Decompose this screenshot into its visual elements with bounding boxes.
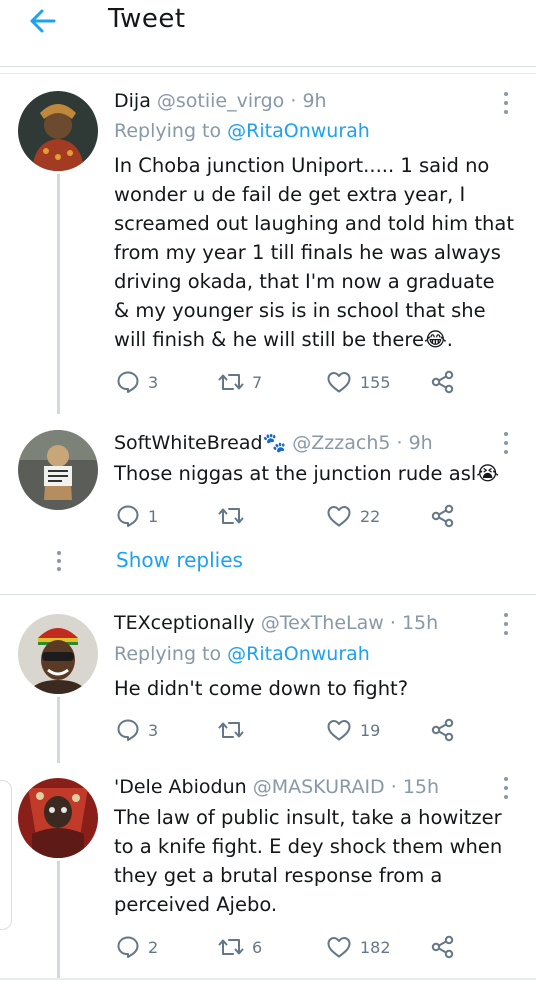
retweet-button[interactable] [218, 502, 252, 530]
thread-divider [0, 594, 536, 595]
show-replies-link[interactable]: Show replies [116, 548, 243, 572]
like-icon [327, 506, 351, 527]
retweet-icon [218, 939, 244, 955]
avatar[interactable] [18, 91, 98, 171]
timestamp: 9h [302, 90, 327, 112]
share-icon [431, 504, 454, 528]
reply-button[interactable]: 2 [116, 933, 158, 961]
reply-icon [117, 719, 139, 741]
tweet-text: He didn't come down to fight? [114, 677, 409, 700]
tweet-actions: 1 22 [114, 502, 524, 530]
tweet-actions: 3 7 155 [114, 368, 524, 396]
share-button[interactable] [430, 368, 456, 396]
reply-button[interactable]: 3 [116, 716, 158, 744]
replying-to-handle[interactable]: @RitaOnwurah [227, 643, 370, 665]
timestamp: 9h [408, 432, 433, 454]
reply-icon [117, 371, 139, 393]
tweet-header: Dija @sotiie_virgo · 9h [114, 90, 327, 112]
share-button[interactable] [430, 716, 456, 744]
like-count: 182 [360, 937, 391, 957]
thread-line [57, 697, 60, 763]
more-icon[interactable] [498, 432, 514, 454]
like-button[interactable]: 155 [326, 368, 391, 396]
like-button[interactable]: 19 [326, 716, 380, 744]
tweet-header: 'Dele Abiodun @MASKURAID · 15h [114, 776, 440, 798]
avatar[interactable] [18, 778, 98, 858]
author-name[interactable]: Dija [114, 90, 151, 112]
tweet-header: TEXceptionally @TexTheLaw · 15h [114, 612, 439, 634]
header-divider-secondary [0, 73, 536, 74]
author-handle[interactable]: @Zzzach5 [292, 432, 390, 454]
share-icon [431, 935, 454, 959]
reply-count: 2 [148, 937, 159, 957]
author-handle[interactable]: @TexTheLaw [261, 612, 384, 634]
tweet-text: The law of public insult, take a howitze… [114, 806, 503, 916]
retweet-count: 7 [252, 372, 263, 392]
like-button[interactable]: 22 [326, 502, 380, 530]
avatar[interactable] [18, 430, 98, 510]
replying-to-label: Replying to [114, 643, 222, 665]
author-handle[interactable]: @MASKURAID [253, 776, 385, 798]
more-icon[interactable] [498, 92, 514, 114]
timestamp: 15h [402, 776, 440, 798]
like-count: 155 [360, 372, 391, 392]
retweet-button[interactable] [218, 716, 252, 744]
retweet-icon [218, 374, 244, 390]
like-icon [327, 372, 351, 393]
more-icon[interactable] [498, 613, 514, 635]
reply-count: 3 [148, 372, 159, 392]
thread-line [57, 861, 60, 978]
thread-line [57, 174, 60, 414]
reply-button[interactable]: 3 [116, 368, 158, 396]
more-replies-indicator [56, 551, 62, 571]
like-icon [327, 937, 351, 958]
reply-count: 3 [148, 720, 159, 740]
share-icon [431, 370, 454, 394]
arrow-left-icon [30, 9, 56, 33]
retweet-button[interactable]: 7 [218, 368, 262, 396]
share-button[interactable] [430, 933, 456, 961]
share-button[interactable] [430, 502, 456, 530]
back-button[interactable] [24, 6, 60, 36]
tweet-actions: 3 19 [114, 716, 524, 744]
retweet-icon [218, 722, 244, 738]
replying-to-handle[interactable]: @RitaOnwurah [227, 120, 370, 142]
reply-icon [117, 505, 139, 527]
author-name[interactable]: SoftWhiteBread🐾 [114, 432, 286, 454]
tweet-text: Those niggas at the junction rude asl😭 [114, 462, 500, 485]
reply-button[interactable]: 1 [116, 502, 158, 530]
reply-icon [117, 936, 139, 958]
top-bar: Tweet [0, 0, 536, 52]
replying-to: Replying to @RitaOnwurah [114, 643, 370, 665]
tweet-actions: 2 6 182 [114, 933, 524, 961]
tweet-text: In Choba junction Uniport..... 1 said no… [114, 154, 514, 351]
replying-to-label: Replying to [114, 120, 222, 142]
retweet-button[interactable]: 6 [218, 933, 262, 961]
page-title: Tweet [108, 4, 186, 34]
timestamp: 15h [401, 612, 439, 634]
like-count: 19 [360, 720, 381, 740]
share-icon [431, 718, 454, 742]
more-icon[interactable] [498, 777, 514, 799]
like-count: 22 [360, 506, 381, 526]
author-handle[interactable]: @sotiie_virgo [157, 90, 284, 112]
avatar[interactable] [18, 614, 98, 694]
like-button[interactable]: 182 [326, 933, 391, 961]
replying-to: Replying to @RitaOnwurah [114, 120, 370, 142]
header-divider [0, 66, 536, 67]
like-icon [327, 720, 351, 741]
retweet-count: 6 [252, 937, 263, 957]
reply-count: 1 [148, 506, 159, 526]
retweet-icon [218, 508, 244, 524]
author-name[interactable]: 'Dele Abiodun [114, 776, 247, 798]
author-name[interactable]: TEXceptionally [114, 612, 255, 634]
bottom-divider [0, 978, 536, 980]
left-edge-frame [0, 780, 12, 930]
tweet-header: SoftWhiteBread🐾 @Zzzach5 · 9h [114, 432, 433, 454]
